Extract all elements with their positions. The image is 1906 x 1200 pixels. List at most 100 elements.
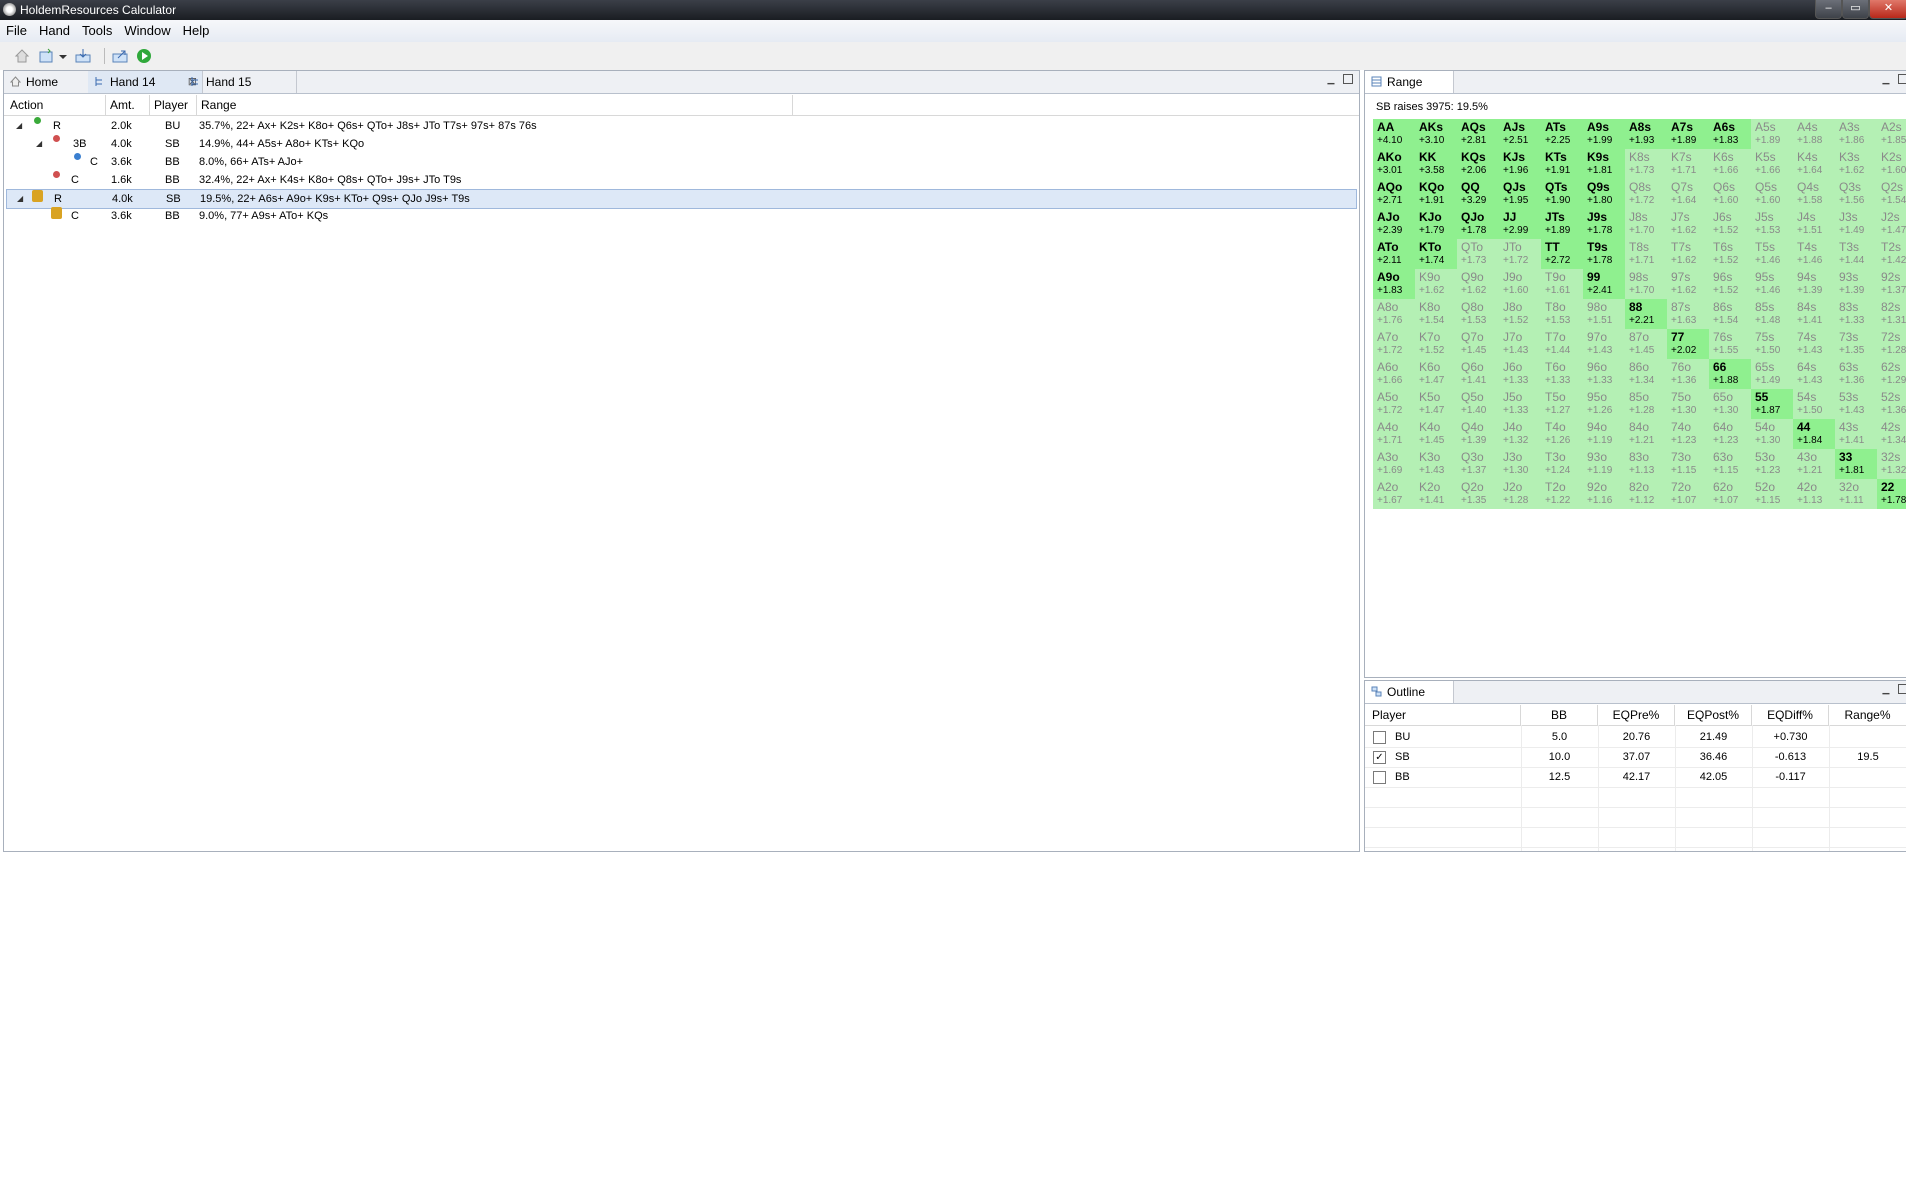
range-cell[interactable]: 65o +1.30: [1709, 389, 1751, 419]
range-cell[interactable]: 43s +1.41: [1835, 419, 1877, 449]
range-cell[interactable]: T7s +1.62: [1667, 239, 1709, 269]
range-cell[interactable]: J4s +1.51: [1793, 209, 1835, 239]
range-cell[interactable]: QJs +1.95: [1499, 179, 1541, 209]
range-cell[interactable]: Q4o +1.39: [1457, 419, 1499, 449]
col-range-pct[interactable]: Range%: [1829, 705, 1906, 725]
outline-row[interactable]: ✓ SB 10.0 37.07 36.46 -0.613 19.5: [1365, 747, 1906, 768]
range-cell[interactable]: QQ +3.29: [1457, 179, 1499, 209]
range-cell[interactable]: Q7o +1.45: [1457, 329, 1499, 359]
range-cell[interactable]: K7s +1.71: [1667, 149, 1709, 179]
range-cell[interactable]: A7o +1.72: [1373, 329, 1415, 359]
outline-row[interactable]: BU 5.0 20.76 21.49 +0.730: [1365, 727, 1906, 748]
col-player[interactable]: Player: [1365, 705, 1521, 725]
menu-file[interactable]: File: [0, 20, 33, 42]
range-cell[interactable]: A6s +1.83: [1709, 119, 1751, 149]
range-cell[interactable]: 82o +1.12: [1625, 479, 1667, 509]
menu-tools[interactable]: Tools: [76, 20, 118, 42]
range-cell[interactable]: ATs +2.25: [1541, 119, 1583, 149]
range-cell[interactable]: 43o +1.21: [1793, 449, 1835, 479]
range-cell[interactable]: A5o +1.72: [1373, 389, 1415, 419]
range-cell[interactable]: 64o +1.23: [1709, 419, 1751, 449]
range-cell[interactable]: 74s +1.43: [1793, 329, 1835, 359]
range-cell[interactable]: 95s +1.46: [1751, 269, 1793, 299]
range-cell[interactable]: KK +3.58: [1415, 149, 1457, 179]
range-cell[interactable]: 75s +1.50: [1751, 329, 1793, 359]
range-cell[interactable]: 52o +1.15: [1751, 479, 1793, 509]
range-cell[interactable]: J2s +1.47: [1877, 209, 1906, 239]
range-cell[interactable]: 62s +1.29: [1877, 359, 1906, 389]
range-cell[interactable]: J5o +1.33: [1499, 389, 1541, 419]
range-cell[interactable]: ATo +2.11: [1373, 239, 1415, 269]
range-cell[interactable]: J7s +1.62: [1667, 209, 1709, 239]
range-cell[interactable]: Q3s +1.56: [1835, 179, 1877, 209]
range-cell[interactable]: 83s +1.33: [1835, 299, 1877, 329]
range-cell[interactable]: QTo +1.73: [1457, 239, 1499, 269]
range-cell[interactable]: 77 +2.02: [1667, 329, 1709, 359]
range-cell[interactable]: 94s +1.39: [1793, 269, 1835, 299]
range-cell[interactable]: 54s +1.50: [1793, 389, 1835, 419]
range-cell[interactable]: Q2s +1.54: [1877, 179, 1906, 209]
range-cell[interactable]: K9o +1.62: [1415, 269, 1457, 299]
col-amount[interactable]: Amt.: [106, 95, 150, 115]
range-cell[interactable]: T5s +1.46: [1751, 239, 1793, 269]
range-cell[interactable]: T6o +1.33: [1541, 359, 1583, 389]
range-cell[interactable]: 98o +1.51: [1583, 299, 1625, 329]
range-cell[interactable]: AKo +3.01: [1373, 149, 1415, 179]
range-cell[interactable]: K9s +1.81: [1583, 149, 1625, 179]
close-button[interactable]: ✕: [1869, 0, 1906, 19]
range-cell[interactable]: A4s +1.88: [1793, 119, 1835, 149]
range-cell[interactable]: K5s +1.66: [1751, 149, 1793, 179]
export-icon[interactable]: [112, 48, 128, 64]
range-cell[interactable]: T2o +1.22: [1541, 479, 1583, 509]
player-checkbox[interactable]: [1373, 731, 1386, 744]
range-cell[interactable]: T7o +1.44: [1541, 329, 1583, 359]
range-cell[interactable]: AA +4.10: [1373, 119, 1415, 149]
range-cell[interactable]: 85o +1.28: [1625, 389, 1667, 419]
range-cell[interactable]: 72s +1.28: [1877, 329, 1906, 359]
range-cell[interactable]: J5s +1.53: [1751, 209, 1793, 239]
col-player[interactable]: Player: [150, 95, 197, 115]
range-cell[interactable]: A2o +1.67: [1373, 479, 1415, 509]
range-cell[interactable]: 92o +1.16: [1583, 479, 1625, 509]
col-eqpre[interactable]: EQPre%: [1598, 705, 1675, 725]
range-cell[interactable]: QJo +1.78: [1457, 209, 1499, 239]
range-cell[interactable]: Q3o +1.37: [1457, 449, 1499, 479]
range-cell[interactable]: A3s +1.86: [1835, 119, 1877, 149]
maximize-panel-icon[interactable]: [1898, 74, 1906, 84]
range-cell[interactable]: 65s +1.49: [1751, 359, 1793, 389]
range-cell[interactable]: 94o +1.19: [1583, 419, 1625, 449]
menu-window[interactable]: Window: [118, 20, 176, 42]
range-cell[interactable]: K3s +1.62: [1835, 149, 1877, 179]
range-cell[interactable]: J6o +1.33: [1499, 359, 1541, 389]
range-cell[interactable]: 66 +1.88: [1709, 359, 1751, 389]
range-cell[interactable]: 83o +1.13: [1625, 449, 1667, 479]
minimize-panel-icon[interactable]: ▁: [1881, 684, 1891, 694]
range-cell[interactable]: 63o +1.15: [1709, 449, 1751, 479]
range-cell[interactable]: A8s +1.93: [1625, 119, 1667, 149]
range-cell[interactable]: K5o +1.47: [1415, 389, 1457, 419]
player-checkbox-checked[interactable]: ✓: [1373, 751, 1386, 764]
range-cell[interactable]: J3s +1.49: [1835, 209, 1877, 239]
range-cell[interactable]: KTo +1.74: [1415, 239, 1457, 269]
range-cell[interactable]: 52s +1.36: [1877, 389, 1906, 419]
menu-help[interactable]: Help: [177, 20, 216, 42]
range-cell[interactable]: A2s +1.85: [1877, 119, 1906, 149]
range-cell[interactable]: 22 +1.78: [1877, 479, 1906, 509]
range-cell[interactable]: 55 +1.87: [1751, 389, 1793, 419]
range-cell[interactable]: K6s +1.66: [1709, 149, 1751, 179]
range-cell[interactable]: A9o +1.83: [1373, 269, 1415, 299]
range-cell[interactable]: JTs +1.89: [1541, 209, 1583, 239]
range-cell[interactable]: JTo +1.72: [1499, 239, 1541, 269]
range-cell[interactable]: K6o +1.47: [1415, 359, 1457, 389]
range-cell[interactable]: 32s +1.32: [1877, 449, 1906, 479]
range-cell[interactable]: Q6o +1.41: [1457, 359, 1499, 389]
range-cell[interactable]: K8s +1.73: [1625, 149, 1667, 179]
range-cell[interactable]: K8o +1.54: [1415, 299, 1457, 329]
range-cell[interactable]: 87o +1.45: [1625, 329, 1667, 359]
range-cell[interactable]: T6s +1.52: [1709, 239, 1751, 269]
range-cell[interactable]: 42o +1.13: [1793, 479, 1835, 509]
range-cell[interactable]: 73o +1.15: [1667, 449, 1709, 479]
range-cell[interactable]: K4o +1.45: [1415, 419, 1457, 449]
action-row[interactable]: C 3.6k BB 8.0%, 66+ ATs+ AJo+: [6, 153, 1357, 171]
range-cell[interactable]: 96s +1.52: [1709, 269, 1751, 299]
